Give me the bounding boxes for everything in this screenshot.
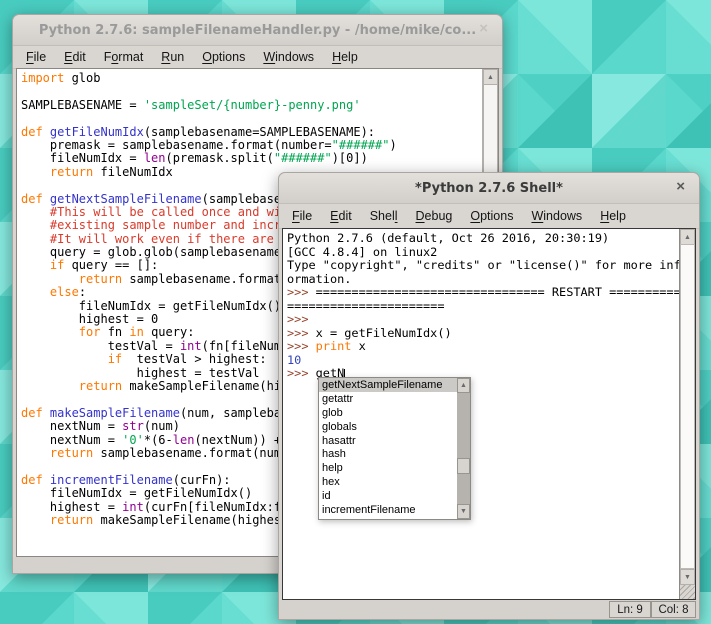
shell-scrollbar-thumb[interactable]	[680, 244, 695, 569]
menu-item-run[interactable]: Run	[152, 48, 193, 66]
autocomplete-item[interactable]: hash	[319, 447, 457, 461]
code-line: >>>	[287, 313, 680, 327]
autocomplete-list: getNextSampleFilenamegetattrglobglobalsh…	[319, 378, 457, 519]
code-line: import glob	[21, 72, 483, 85]
autocomplete-popup: getNextSampleFilenamegetattrglobglobalsh…	[318, 377, 471, 520]
menu-item-debug[interactable]: Debug	[407, 207, 462, 225]
autocomplete-scrollbar[interactable]: ▲ ▼	[457, 378, 470, 519]
code-line: ormation.	[287, 273, 680, 287]
menu-item-options[interactable]: Options	[193, 48, 254, 66]
status-line-indicator: Ln: 9	[609, 601, 651, 618]
menu-item-format[interactable]: Format	[95, 48, 153, 66]
editor-menubar: FileEditFormatRunOptionsWindowsHelp	[13, 46, 502, 69]
menu-item-file[interactable]: File	[283, 207, 321, 225]
autocomplete-item[interactable]: getNextSampleFilename	[319, 378, 457, 392]
menu-item-options[interactable]: Options	[461, 207, 522, 225]
scroll-down-icon[interactable]: ▼	[680, 569, 695, 585]
code-line: Python 2.7.6 (default, Oct 26 2016, 20:3…	[287, 232, 680, 246]
code-line: 10	[287, 354, 680, 368]
status-col-indicator: Col: 8	[651, 601, 696, 618]
shell-vertical-scrollbar[interactable]: ▲ ▼	[679, 229, 695, 599]
autocomplete-scrollbar-thumb[interactable]	[457, 458, 470, 474]
shell-close-icon[interactable]: ×	[676, 178, 685, 195]
code-line: >>> print x	[287, 340, 680, 354]
autocomplete-item[interactable]: glob	[319, 406, 457, 420]
menu-item-edit[interactable]: Edit	[55, 48, 95, 66]
scroll-up-icon[interactable]: ▲	[457, 378, 470, 393]
scroll-up-icon[interactable]: ▲	[680, 229, 695, 245]
code-line: premask = samplebasename.format(number="…	[21, 139, 483, 152]
editor-close-icon[interactable]: ×	[479, 20, 488, 37]
code-line: Type "copyright", "credits" or "license(…	[287, 259, 680, 273]
scroll-up-icon[interactable]: ▲	[483, 69, 498, 85]
menu-item-shell[interactable]: Shell	[361, 207, 407, 225]
shell-statusbar: Ln: 9 Col: 8	[279, 600, 699, 619]
scroll-down-icon[interactable]: ▼	[457, 504, 470, 519]
menu-item-edit[interactable]: Edit	[321, 207, 361, 225]
code-line: [GCC 4.8.4] on linux2	[287, 246, 680, 260]
code-line: >>> x = getFileNumIdx()	[287, 327, 680, 341]
shell-window-title: *Python 2.7.6 Shell*	[415, 181, 563, 196]
code-line: def getFileNumIdx(samplebasename=SAMPLEB…	[21, 126, 483, 139]
autocomplete-item[interactable]: globals	[319, 420, 457, 434]
menu-item-help[interactable]: Help	[591, 207, 635, 225]
editor-titlebar[interactable]: Python 2.7.6: sampleFilenameHandler.py -…	[13, 15, 502, 46]
autocomplete-item[interactable]: id	[319, 489, 457, 503]
code-line: fileNumIdx = len(premask.split("######")…	[21, 152, 483, 165]
menu-item-file[interactable]: File	[17, 48, 55, 66]
shell-menubar: FileEditShellDebugOptionsWindowsHelp	[279, 204, 699, 229]
shell-titlebar[interactable]: *Python 2.7.6 Shell* ×	[279, 173, 699, 204]
menu-item-windows[interactable]: Windows	[254, 48, 323, 66]
autocomplete-item[interactable]: incrementFilename	[319, 503, 457, 517]
code-line	[21, 112, 483, 125]
editor-window-title: Python 2.7.6: sampleFilenameHandler.py -…	[39, 23, 476, 38]
code-line: >>> ================================ RES…	[287, 286, 680, 300]
autocomplete-item[interactable]: help	[319, 461, 457, 475]
autocomplete-item[interactable]: hex	[319, 475, 457, 489]
autocomplete-item[interactable]: getattr	[319, 392, 457, 406]
code-line	[21, 85, 483, 98]
menu-item-help[interactable]: Help	[323, 48, 367, 66]
resize-grip-icon[interactable]	[680, 584, 695, 599]
menu-item-windows[interactable]: Windows	[522, 207, 591, 225]
code-line: ======================	[287, 300, 680, 314]
autocomplete-item[interactable]: hasattr	[319, 434, 457, 448]
code-line: SAMPLEBASENAME = 'sampleSet/{number}-pen…	[21, 99, 483, 112]
